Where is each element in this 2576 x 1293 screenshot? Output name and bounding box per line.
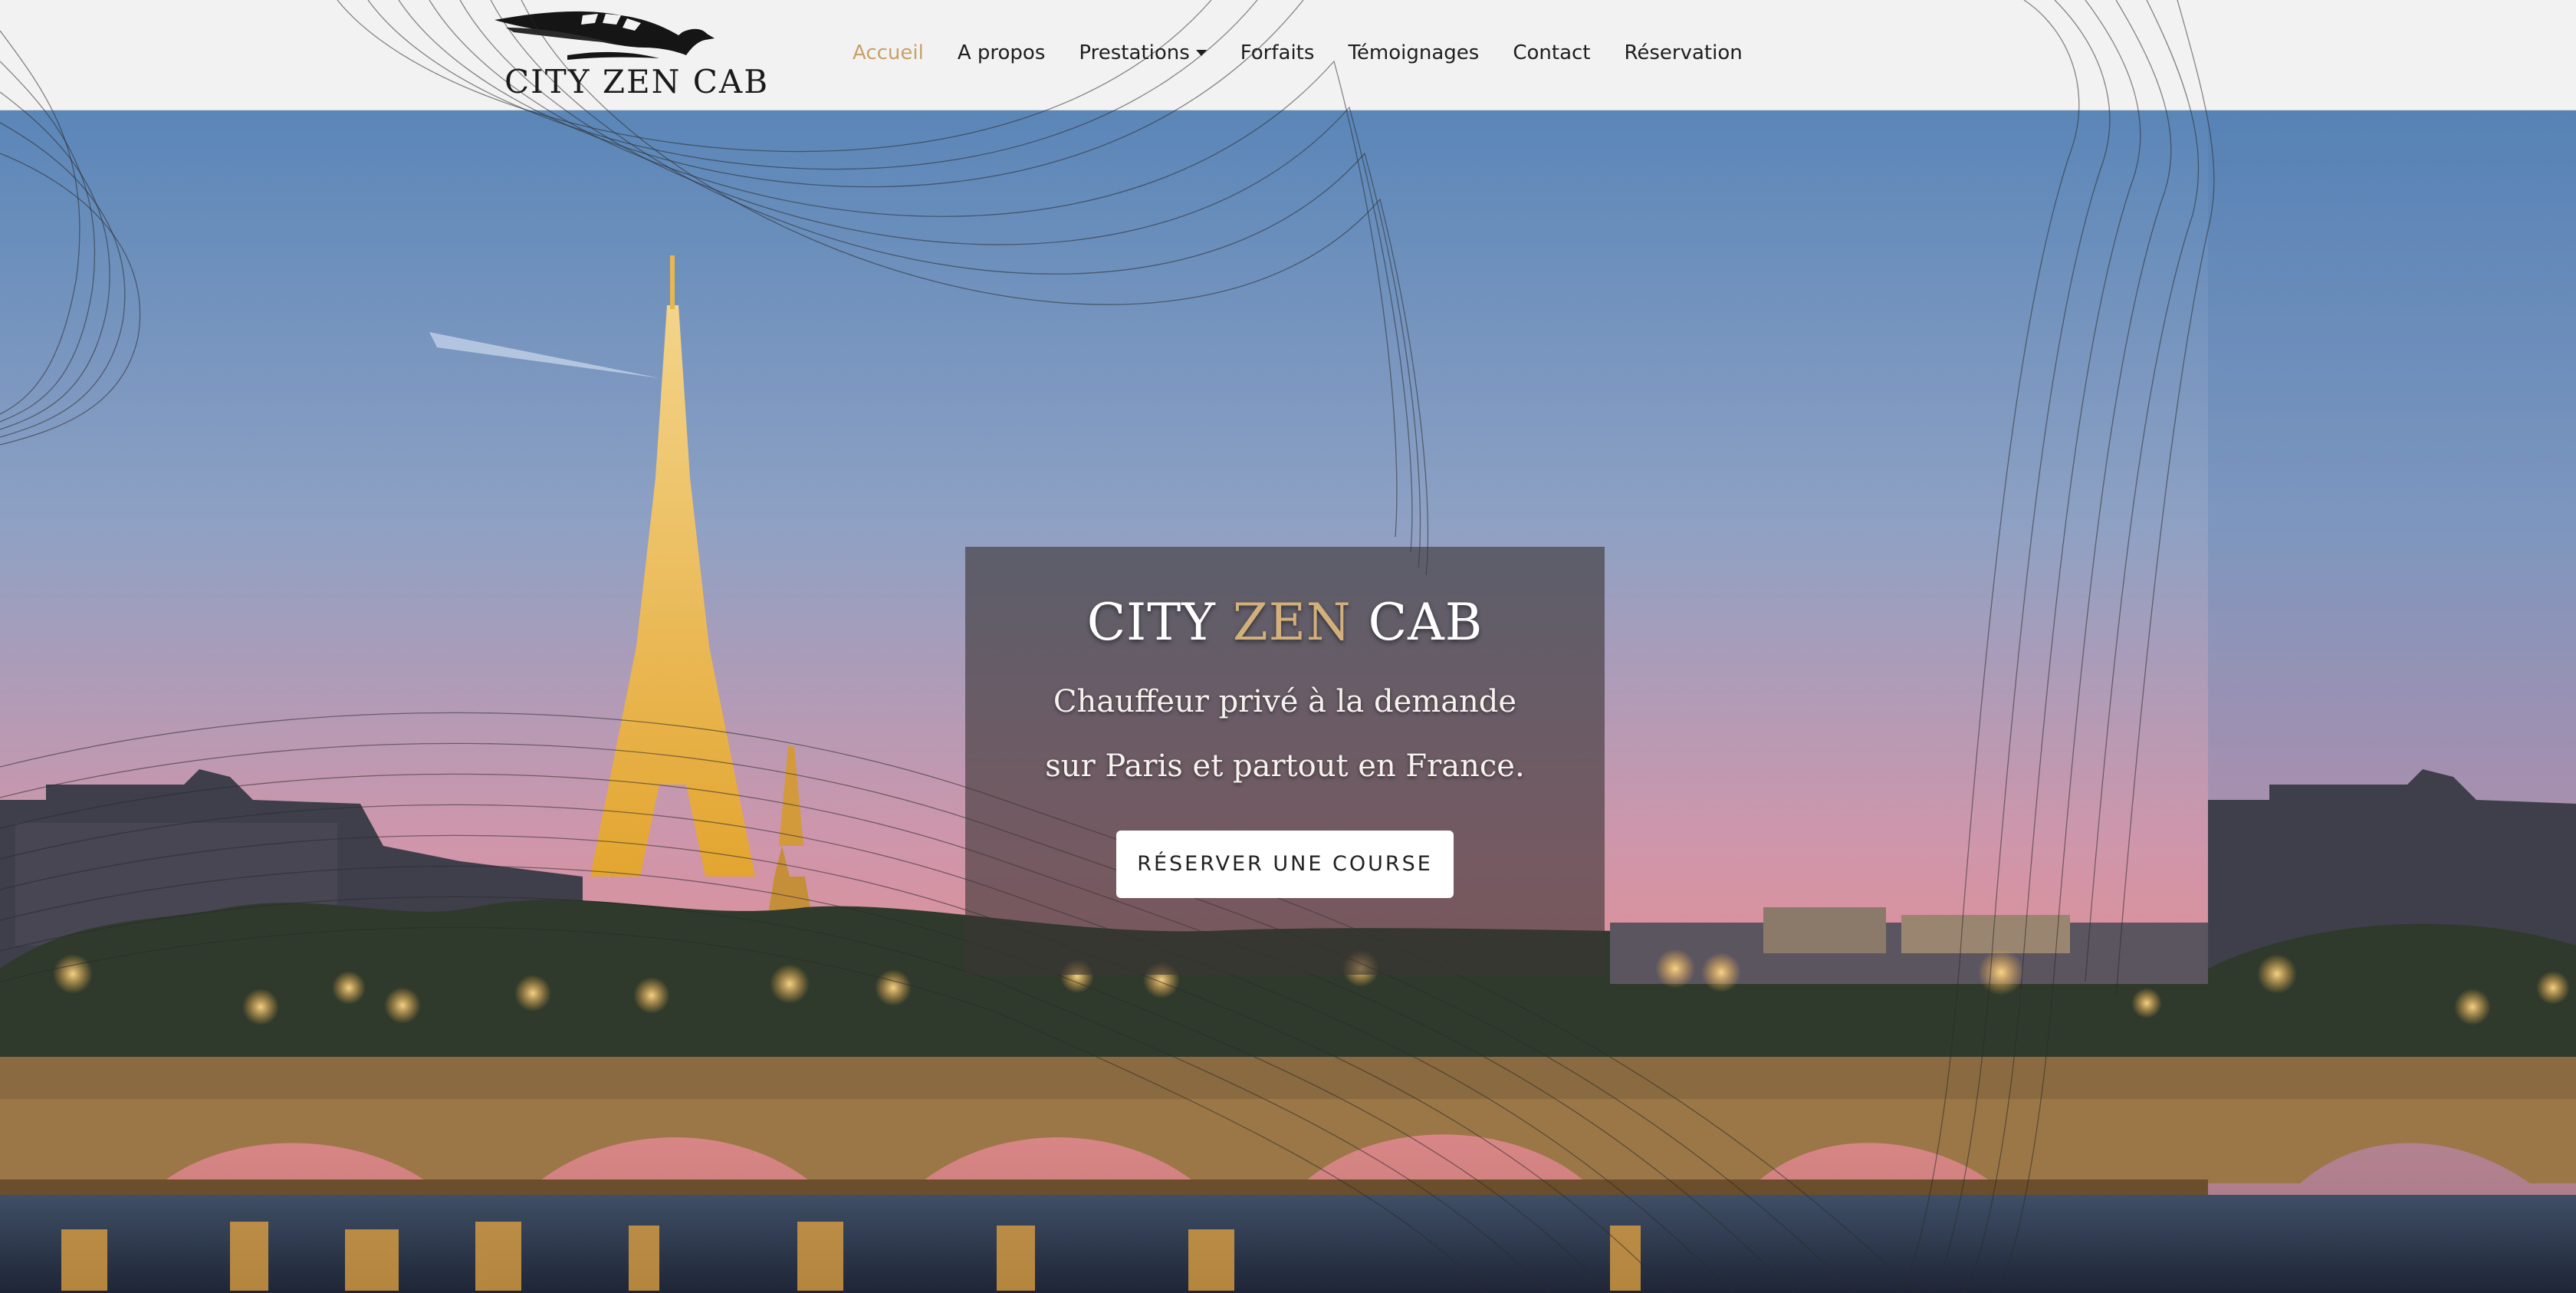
nav-reservation[interactable]: Réservation <box>1607 41 1759 64</box>
nav-temoignages[interactable]: Témoignages <box>1331 41 1496 64</box>
nav-a-propos[interactable]: A propos <box>941 41 1063 64</box>
nav-contact[interactable]: Contact <box>1496 41 1607 64</box>
hero-title: CITY ZEN CAB <box>965 597 1605 648</box>
logo-text: CITY ZEN CAB <box>504 63 770 100</box>
site-logo[interactable]: CITY ZEN CAB <box>491 5 767 103</box>
nav-accueil[interactable]: Accueil <box>836 41 941 64</box>
eagle-wing-logo-icon <box>495 11 715 60</box>
hero-card: CITY ZEN CAB Chauffeur privé à la demand… <box>965 547 1605 975</box>
hero-subtitle-line1: Chauffeur privé à la demande <box>1053 684 1517 719</box>
main-nav: Accueil A propos Prestations Forfaits Té… <box>836 34 1760 72</box>
nav-prestations-label: Prestations <box>1079 41 1190 64</box>
hero-title-accent: ZEN <box>1232 593 1352 652</box>
nav-forfaits[interactable]: Forfaits <box>1224 41 1332 64</box>
hero-title-part1: CITY <box>1086 593 1233 652</box>
book-ride-button[interactable]: RÉSERVER UNE COURSE <box>1116 831 1454 898</box>
hero-subtitle-line2: sur Paris et partout en France. <box>1045 748 1525 784</box>
site-header: CITY ZEN CAB Accueil A propos Prestation… <box>0 0 2576 110</box>
nav-prestations[interactable]: Prestations <box>1062 41 1223 64</box>
caret-down-icon <box>1195 50 1207 56</box>
hero-title-part2: CAB <box>1351 593 1484 652</box>
